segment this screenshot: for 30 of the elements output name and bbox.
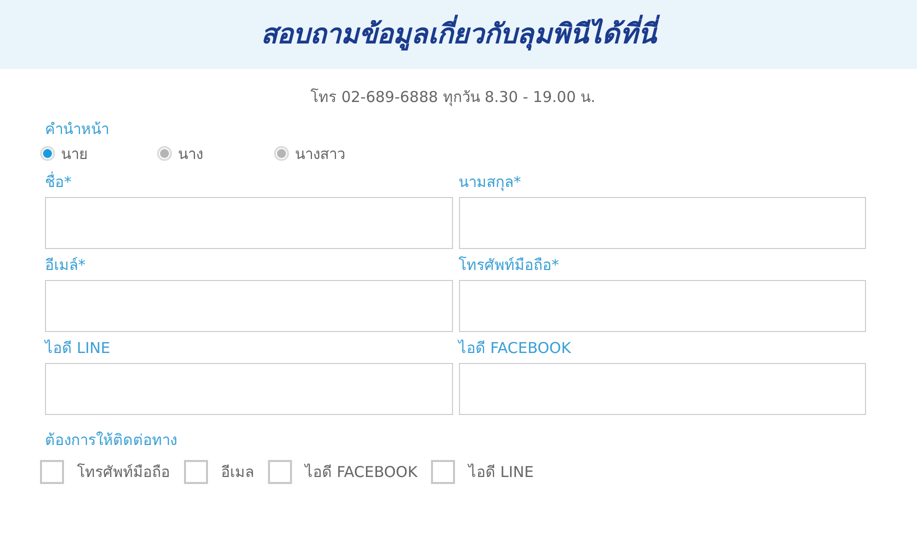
contact-info: โทร 02-689-6888 ทุกวัน 8.30 - 19.00 น. [310,87,596,108]
field-label: นามสกุล* [458,172,521,193]
page-title: สอบถามข้อมูลเกี่ยวกับลุมพินีได้ที่นี่ [255,8,662,60]
checkbox[interactable] [431,460,456,484]
input-field[interactable] [458,197,866,249]
checkbox-label: โทรศัพท์มือถือ [77,462,170,483]
checkbox[interactable] [40,460,64,484]
input-field[interactable] [45,363,452,415]
radio-label: นาง [178,144,203,164]
input-field[interactable] [45,197,452,249]
radio-button[interactable] [157,146,172,162]
field-label: ต้องการให้ติดต่อทาง [45,431,177,449]
radio-button[interactable] [40,146,55,162]
input-field[interactable] [458,363,866,415]
radio-label: นาย [61,144,88,164]
field-label: ไอดี FACEBOOK [458,338,571,359]
checkbox[interactable] [268,460,292,484]
input-field[interactable] [45,280,452,332]
checkbox-label: ไอดี FACEBOOK [305,462,418,483]
field-label: ชื่อ* [45,171,72,193]
checkbox-label: ไอดี LINE [468,462,534,483]
checkbox[interactable] [184,460,208,484]
field-label: คำนำหน้า [45,120,109,138]
radio-button[interactable] [274,146,289,162]
radio-label: นางสาว [295,144,345,164]
checkbox-label: อีเมล [221,462,254,483]
field-label: อีเมล์* [45,255,86,276]
input-field[interactable] [458,280,866,332]
field-label: ไอดี LINE [45,338,110,359]
field-label: โทรศัพท์มือถือ* [458,255,559,276]
